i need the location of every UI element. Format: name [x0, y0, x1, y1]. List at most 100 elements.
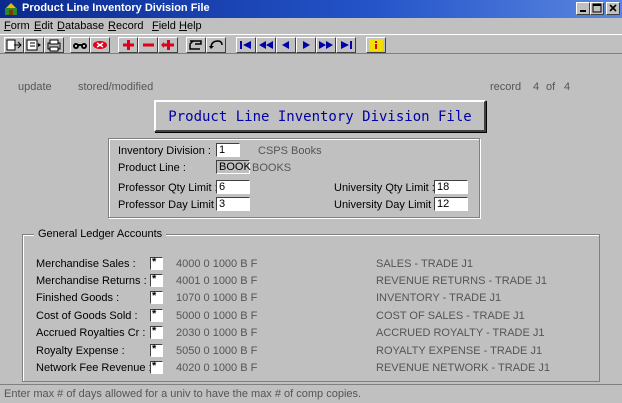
- menu-edit[interactable]: Edit: [34, 20, 53, 32]
- university-day-limit-value: 12: [437, 198, 450, 210]
- product-line-desc: BOOKS: [252, 162, 292, 174]
- hint-bar: Enter max # of days allowed for a univ t…: [0, 384, 622, 403]
- next-block-button[interactable]: [316, 37, 336, 53]
- title-bar: Product Line Inventory Division File: [0, 0, 622, 18]
- menu-database[interactable]: Database: [57, 20, 104, 32]
- save-button[interactable]: [186, 37, 206, 53]
- menu-form[interactable]: Form: [4, 20, 30, 32]
- binoculars-button[interactable]: [70, 37, 90, 53]
- rollback-button[interactable]: [206, 37, 226, 53]
- gl-row-label: Finished Goods :: [36, 292, 120, 304]
- last-record-button[interactable]: [336, 37, 356, 53]
- asterisk-icon: *: [152, 308, 157, 320]
- menu-field[interactable]: Field: [152, 20, 176, 32]
- enter-query-button[interactable]: [24, 37, 44, 53]
- inventory-division-field[interactable]: 1: [216, 143, 240, 157]
- gl-row-label: Cost of Goods Sold :: [36, 310, 138, 322]
- university-day-limit-label: University Day Limit :: [334, 199, 438, 211]
- professor-qty-limit-field[interactable]: 6: [216, 180, 250, 194]
- university-day-limit-field[interactable]: 12: [434, 197, 468, 211]
- gl-account-lov-button[interactable]: *: [150, 273, 163, 287]
- gl-account-code: 4001 0 1000 B F: [176, 275, 258, 287]
- mode-text: update: [18, 81, 52, 93]
- university-qty-limit-label: University Qty Limit :: [334, 182, 435, 194]
- maximize-icon: [592, 3, 602, 13]
- clear-button[interactable]: [90, 37, 110, 53]
- app-window: Product Line Inventory Division File For…: [0, 0, 622, 403]
- gl-account-desc: COST OF SALES - TRADE J1: [376, 310, 525, 322]
- gl-account-lov-button[interactable]: *: [150, 256, 163, 270]
- close-icon: [609, 4, 617, 12]
- inventory-division-desc: CSPS Books: [258, 145, 322, 157]
- next-block-icon: [319, 41, 333, 49]
- delete-record-button[interactable]: [138, 37, 158, 53]
- asterisk-icon: *: [152, 273, 157, 285]
- save-icon: [189, 40, 202, 50]
- clear-icon: [93, 41, 107, 49]
- gl-account-code: 2030 0 1000 B F: [176, 327, 258, 339]
- next-record-button[interactable]: [296, 37, 316, 53]
- rollback-icon: [209, 40, 223, 49]
- window-title: Product Line Inventory Division File: [22, 2, 210, 14]
- gl-row-label: Merchandise Returns :: [36, 275, 147, 287]
- university-qty-limit-value: 18: [437, 181, 450, 193]
- gl-account-lov-button[interactable]: *: [150, 308, 163, 322]
- gl-account-code: 4000 0 1000 B F: [176, 258, 258, 270]
- gl-account-desc: ACCRUED ROYALTY - TRADE J1: [376, 327, 545, 339]
- gl-account-lov-button[interactable]: *: [150, 325, 163, 339]
- professor-day-limit-value: 3: [219, 198, 226, 210]
- gl-account-code: 5050 0 1000 B F: [176, 345, 258, 357]
- inventory-division-label: Inventory Division :: [118, 145, 211, 157]
- menu-bar: Form Edit Database Record Field Help: [0, 18, 622, 34]
- binoculars-icon: [73, 43, 87, 49]
- record-of: of: [546, 81, 556, 93]
- gl-account-code: 4020 0 1000 B F: [176, 362, 258, 374]
- product-line-label: Product Line :: [118, 162, 186, 174]
- hint-text: Enter max # of days allowed for a univ t…: [4, 388, 362, 400]
- asterisk-icon: *: [152, 343, 157, 355]
- last-record-icon: [341, 41, 352, 49]
- enter-query-icon: [26, 39, 41, 51]
- menu-help[interactable]: Help: [179, 20, 202, 32]
- info-button[interactable]: [366, 37, 386, 53]
- previous-block-icon: [259, 41, 273, 49]
- state-text: stored/modified: [78, 81, 154, 93]
- asterisk-icon: *: [152, 290, 157, 302]
- page-title-text: Product Line Inventory Division File: [168, 109, 472, 125]
- gl-account-lov-button[interactable]: *: [150, 343, 163, 357]
- university-qty-limit-field[interactable]: 18: [434, 180, 468, 194]
- professor-day-limit-label: Professor Day Limit :: [118, 199, 221, 211]
- gl-account-lov-button[interactable]: *: [150, 360, 163, 374]
- page-title: Product Line Inventory Division File: [154, 100, 486, 132]
- asterisk-icon: *: [152, 325, 157, 337]
- record-index: 4: [533, 81, 540, 93]
- insert-record-button[interactable]: [118, 37, 138, 53]
- record-total: 4: [564, 81, 571, 93]
- minimize-button[interactable]: [576, 2, 590, 15]
- exit-button[interactable]: [4, 37, 24, 53]
- delete-record-icon: [143, 43, 154, 47]
- gl-row-label: Accrued Royalties Cr :: [36, 327, 146, 339]
- duplicate-record-button[interactable]: [158, 37, 178, 53]
- first-record-button[interactable]: [236, 37, 256, 53]
- gl-account-code: 1070 0 1000 B F: [176, 292, 258, 304]
- menu-record[interactable]: Record: [108, 20, 143, 32]
- inventory-division-value: 1: [219, 144, 226, 156]
- exit-icon: [6, 39, 22, 51]
- close-button[interactable]: [606, 2, 620, 15]
- professor-day-limit-field[interactable]: 3: [216, 197, 250, 211]
- product-line-value: BOOK: [219, 161, 251, 173]
- gl-account-desc: ROYALTY EXPENSE - TRADE J1: [376, 345, 543, 357]
- maximize-button[interactable]: [590, 2, 604, 15]
- minimize-icon: [580, 10, 586, 12]
- toolbar: [0, 34, 622, 54]
- print-icon: [47, 39, 61, 52]
- previous-record-icon: [282, 41, 289, 49]
- previous-block-button[interactable]: [256, 37, 276, 53]
- gl-account-lov-button[interactable]: *: [150, 290, 163, 304]
- previous-record-button[interactable]: [276, 37, 296, 53]
- product-line-field[interactable]: BOOK: [216, 160, 251, 174]
- print-button[interactable]: [44, 37, 64, 53]
- asterisk-icon: *: [152, 256, 157, 268]
- gl-row-label: Merchandise Sales :: [36, 258, 136, 270]
